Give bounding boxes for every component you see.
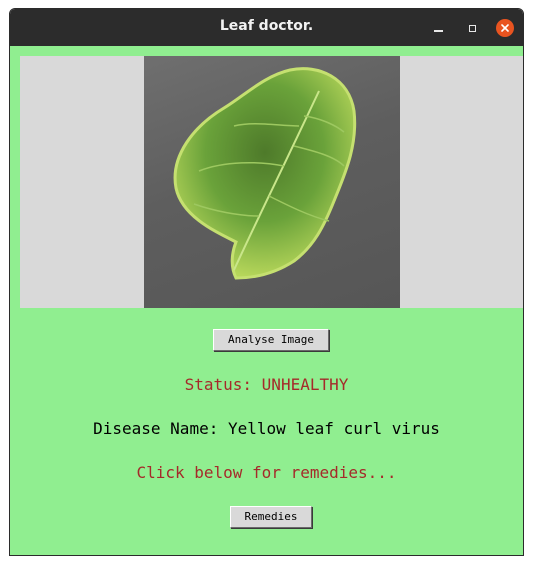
status-label: Status: UNHEALTHY <box>184 375 349 394</box>
remedies-button[interactable]: Remedies <box>230 506 312 528</box>
minimize-button[interactable] <box>428 18 448 38</box>
leaf-image <box>144 56 400 308</box>
disease-name-label: Disease Name: Yellow leaf curl virus <box>93 419 440 438</box>
image-display-area <box>20 56 523 308</box>
close-icon <box>496 19 514 37</box>
maximize-icon <box>468 24 476 32</box>
minimize-icon <box>433 30 443 32</box>
title-bar[interactable]: Leaf doctor. <box>10 9 523 46</box>
app-window: Leaf doctor. Analyse Image Status: UNHEA… <box>9 8 524 556</box>
analyse-image-button[interactable]: Analyse Image <box>213 329 329 351</box>
remedies-prompt-label: Click below for remedies... <box>136 463 397 482</box>
close-button[interactable] <box>495 18 515 38</box>
main-panel: Analyse Image Status: UNHEALTHY Disease … <box>10 46 523 555</box>
maximize-button[interactable] <box>462 18 482 38</box>
